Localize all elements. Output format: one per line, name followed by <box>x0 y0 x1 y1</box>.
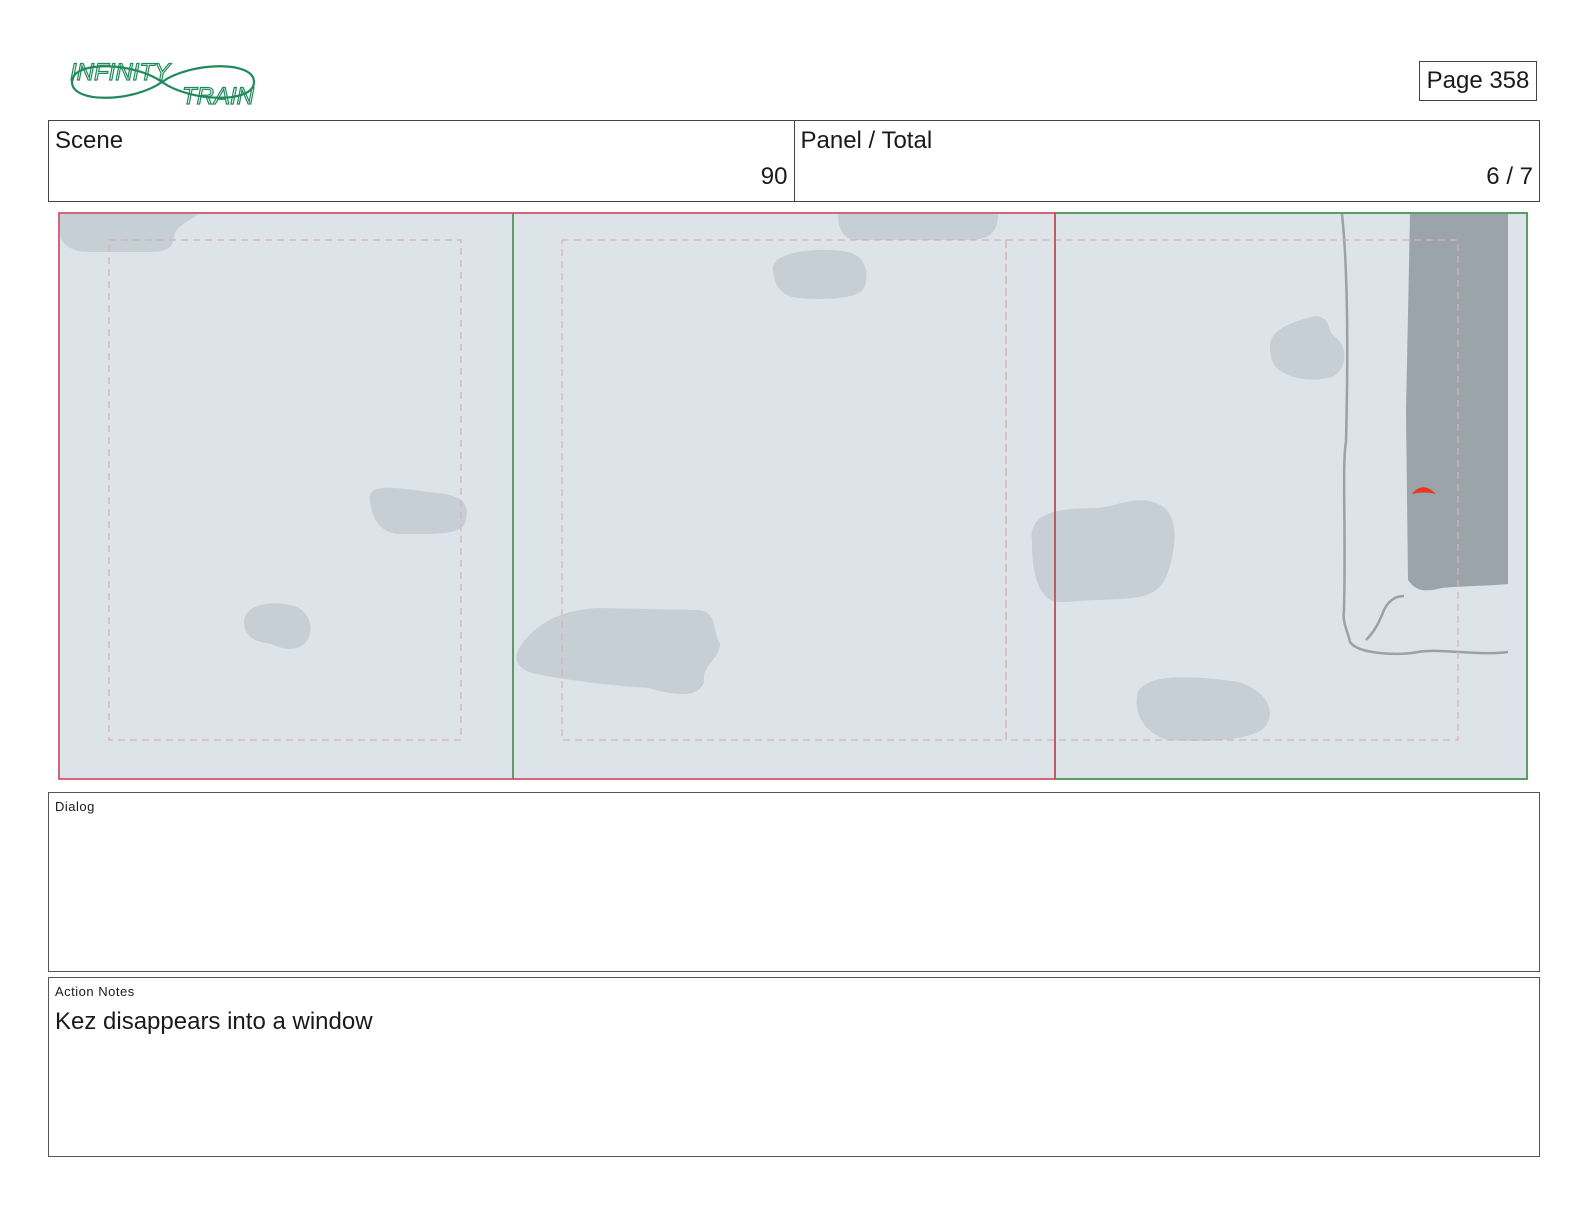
panel-total-label: Panel / Total <box>800 127 933 154</box>
action-notes-text: Kez disappears into a window <box>55 1008 373 1035</box>
scene-label: Scene <box>55 127 124 154</box>
infinity-train-logo: INFINITY TRAIN <box>64 52 260 112</box>
logo-text-train: TRAIN <box>182 83 255 110</box>
cloud-blob-7 <box>1031 500 1175 602</box>
scene-value: 90 <box>760 163 788 190</box>
page-number-box: Page 358 <box>1419 61 1537 101</box>
storyboard-panel-image <box>58 212 1528 780</box>
cloud-blob-8 <box>1136 677 1270 741</box>
scene-panel-table: Scene 90 Panel / Total 6 / 7 <box>48 120 1540 202</box>
dialog-box: Dialog <box>48 792 1540 972</box>
cloud-blob-2 <box>838 214 998 240</box>
page-number-label: Page 358 <box>1426 67 1530 94</box>
action-notes-box: Action Notes Kez disappears into a windo… <box>48 977 1540 1157</box>
building-wall <box>1406 214 1508 591</box>
logo-text-infinity: INFINITY <box>70 59 172 86</box>
dialog-title: Dialog <box>55 799 95 814</box>
storyboard-drawing <box>58 212 1528 780</box>
cloud-blob-3 <box>772 249 867 299</box>
panel-cell: Panel / Total 6 / 7 <box>793 121 1540 201</box>
action-notes-title: Action Notes <box>55 984 135 999</box>
panel-total-value: 6 / 7 <box>1486 163 1533 190</box>
infinity-train-logo-icon: INFINITY TRAIN <box>69 58 255 110</box>
scene-cell: Scene 90 <box>49 121 794 201</box>
panel-background <box>58 212 1528 780</box>
